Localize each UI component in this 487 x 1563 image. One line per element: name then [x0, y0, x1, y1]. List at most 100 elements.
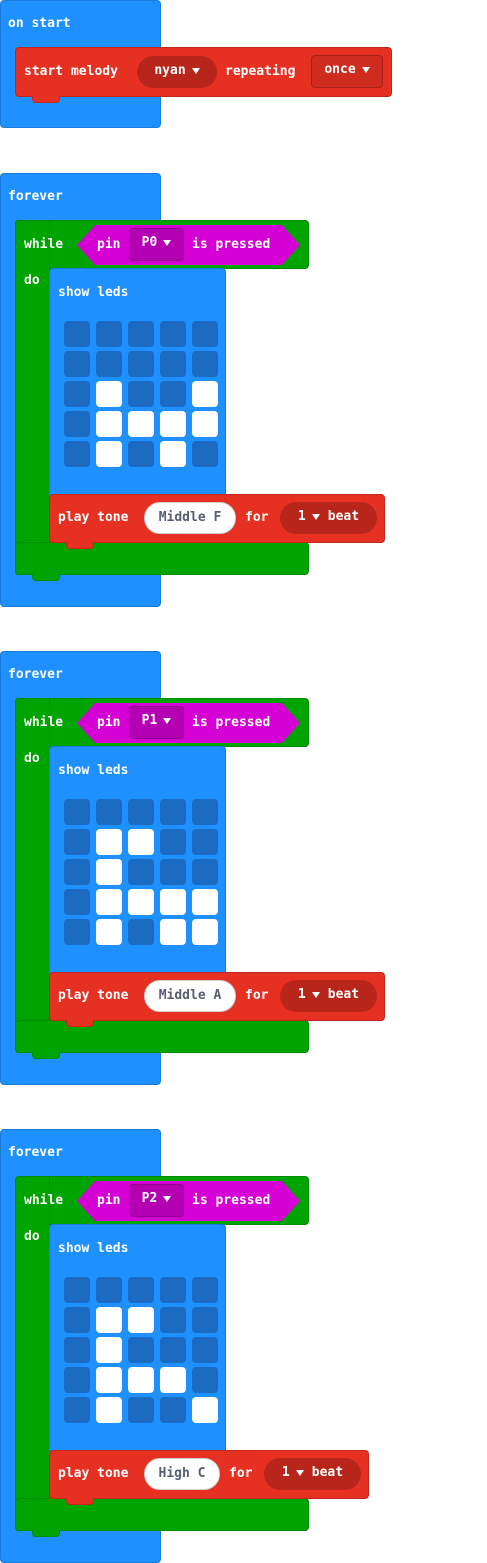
note-field[interactable]: Middle F: [144, 502, 236, 534]
led-cell[interactable]: [192, 351, 218, 377]
led-cell[interactable]: [128, 1307, 154, 1333]
is-pressed-label: is pressed: [192, 1193, 271, 1208]
beat-dropdown[interactable]: 1 beat: [264, 1458, 361, 1490]
led-cell[interactable]: [96, 919, 122, 945]
led-cell[interactable]: [64, 889, 90, 915]
led-cell[interactable]: [192, 829, 218, 855]
while-label: while: [24, 715, 64, 730]
led-cell[interactable]: [64, 411, 90, 437]
led-cell[interactable]: [192, 859, 218, 885]
play-tone-notch: [66, 1020, 94, 1027]
led-cell[interactable]: [160, 321, 186, 347]
led-cell[interactable]: [192, 1337, 218, 1363]
led-cell[interactable]: [128, 441, 154, 467]
pin-dropdown[interactable]: P2: [129, 1184, 184, 1217]
led-cell[interactable]: [96, 1307, 122, 1333]
led-cell[interactable]: [128, 1397, 154, 1423]
led-cell[interactable]: [160, 381, 186, 407]
led-cell[interactable]: [192, 889, 218, 915]
beat-dropdown[interactable]: 1 beat: [280, 502, 377, 534]
led-cell[interactable]: [160, 441, 186, 467]
led-cell[interactable]: [128, 351, 154, 377]
note-field[interactable]: Middle A: [144, 980, 236, 1012]
led-cell[interactable]: [64, 321, 90, 347]
led-cell[interactable]: [192, 919, 218, 945]
led-cell[interactable]: [64, 1307, 90, 1333]
led-cell[interactable]: [128, 889, 154, 915]
led-cell[interactable]: [64, 1367, 90, 1393]
led-cell[interactable]: [160, 1277, 186, 1303]
start-melody-notch: [32, 96, 60, 103]
led-cell[interactable]: [96, 1367, 122, 1393]
led-cell[interactable]: [96, 889, 122, 915]
led-cell[interactable]: [192, 321, 218, 347]
led-cell[interactable]: [192, 1367, 218, 1393]
led-cell[interactable]: [64, 1277, 90, 1303]
led-cell[interactable]: [96, 799, 122, 825]
led-cell[interactable]: [96, 859, 122, 885]
led-cell[interactable]: [96, 1277, 122, 1303]
led-cell[interactable]: [64, 829, 90, 855]
melody-dropdown[interactable]: nyan: [137, 56, 217, 88]
led-cell[interactable]: [160, 829, 186, 855]
led-cell[interactable]: [192, 1397, 218, 1423]
led-cell[interactable]: [128, 1277, 154, 1303]
led-cell[interactable]: [64, 799, 90, 825]
led-cell[interactable]: [128, 919, 154, 945]
led-cell[interactable]: [128, 799, 154, 825]
led-cell[interactable]: [160, 859, 186, 885]
led-cell[interactable]: [192, 799, 218, 825]
while-label: while: [24, 1193, 64, 1208]
led-cell[interactable]: [160, 1337, 186, 1363]
led-cell[interactable]: [96, 411, 122, 437]
led-cell[interactable]: [96, 441, 122, 467]
led-cell[interactable]: [160, 1307, 186, 1333]
melody-value: nyan: [154, 63, 186, 78]
show-leds-label: show leds: [58, 763, 129, 778]
note-field[interactable]: High C: [144, 1458, 220, 1490]
led-cell[interactable]: [128, 321, 154, 347]
led-cell[interactable]: [192, 441, 218, 467]
led-cell[interactable]: [192, 381, 218, 407]
led-cell[interactable]: [128, 411, 154, 437]
led-cell[interactable]: [64, 919, 90, 945]
led-cell[interactable]: [160, 1397, 186, 1423]
led-cell[interactable]: [128, 1367, 154, 1393]
pin-dropdown[interactable]: P0: [129, 228, 184, 261]
led-cell[interactable]: [64, 1397, 90, 1423]
led-cell[interactable]: [128, 1337, 154, 1363]
led-cell[interactable]: [192, 411, 218, 437]
led-cell[interactable]: [160, 919, 186, 945]
beat-dropdown[interactable]: 1 beat: [280, 980, 377, 1012]
chevron-down-icon: [311, 513, 320, 520]
led-cell[interactable]: [96, 829, 122, 855]
note-value: Middle A: [158, 988, 222, 1003]
for-label: for: [245, 510, 269, 525]
led-cell[interactable]: [64, 441, 90, 467]
led-cell[interactable]: [96, 1337, 122, 1363]
led-cell[interactable]: [160, 889, 186, 915]
led-cell[interactable]: [96, 381, 122, 407]
forever-label: forever: [8, 667, 63, 682]
led-cell[interactable]: [64, 381, 90, 407]
led-cell[interactable]: [64, 859, 90, 885]
led-cell[interactable]: [96, 351, 122, 377]
led-cell[interactable]: [128, 381, 154, 407]
repeat-dropdown[interactable]: once: [311, 55, 383, 88]
beat-label: beat: [311, 1465, 344, 1480]
led-cell[interactable]: [160, 799, 186, 825]
led-cell[interactable]: [128, 859, 154, 885]
led-cell[interactable]: [64, 1337, 90, 1363]
led-cell[interactable]: [96, 1397, 122, 1423]
led-cell[interactable]: [192, 1307, 218, 1333]
led-cell[interactable]: [64, 351, 90, 377]
chevron-down-icon: [163, 1195, 172, 1202]
led-cell[interactable]: [192, 1277, 218, 1303]
led-cell[interactable]: [160, 351, 186, 377]
led-cell[interactable]: [160, 1367, 186, 1393]
led-cell[interactable]: [128, 829, 154, 855]
led-cell[interactable]: [96, 321, 122, 347]
pin-dropdown[interactable]: P1: [129, 706, 184, 739]
play-tone-label: play tone: [58, 988, 129, 1003]
led-cell[interactable]: [160, 411, 186, 437]
